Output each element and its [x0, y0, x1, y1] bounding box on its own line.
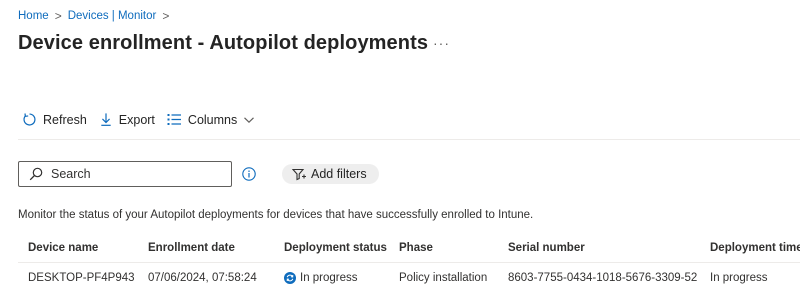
search-icon [29, 167, 43, 181]
column-header-phase[interactable]: Phase [399, 233, 433, 263]
column-header-deployment-status[interactable]: Deployment status [284, 233, 387, 263]
search-input[interactable] [51, 167, 221, 181]
table-row[interactable]: DESKTOP-PF4P943 07/06/2024, 07:58:24 In … [18, 263, 800, 293]
page-description: Monitor the status of your Autopilot dep… [18, 209, 534, 221]
deployments-table: Device name Enrollment date Deployment s… [18, 233, 800, 293]
in-progress-icon [284, 272, 296, 284]
enrollment-date-cell: 07/06/2024, 07:58:24 [148, 272, 257, 284]
breadcrumb-home-link[interactable]: Home [18, 10, 49, 22]
download-icon [101, 113, 111, 126]
device-name-link[interactable]: DESKTOP-PF4P943 [28, 263, 135, 293]
columns-list-icon [167, 114, 181, 125]
column-header-device-name[interactable]: Device name [28, 233, 98, 263]
page-title: Device enrollment - Autopilot deployment… [18, 32, 429, 54]
breadcrumb-separator: > [54, 9, 62, 23]
search-box[interactable] [18, 161, 232, 187]
serial-number-cell: 8603-7755-0434-1018-5676-3309-52 [508, 272, 698, 284]
command-bar: Refresh Export Columns [22, 112, 267, 127]
breadcrumb: Home > Devices | Monitor > [18, 9, 175, 23]
column-header-serial-number[interactable]: Serial number [508, 233, 585, 263]
refresh-icon [23, 113, 36, 126]
deployment-status-text: In progress [300, 272, 358, 284]
refresh-label: Refresh [43, 112, 87, 127]
filter-icon [292, 168, 306, 180]
export-label: Export [118, 112, 155, 127]
chevron-down-icon [244, 116, 255, 123]
breadcrumb-devices-monitor-link[interactable]: Devices | Monitor [68, 10, 157, 22]
more-options-button[interactable]: ··· [433, 35, 450, 51]
export-button[interactable]: Export [99, 112, 155, 127]
columns-label: Columns [187, 112, 238, 127]
add-filters-button[interactable]: Add filters [282, 164, 379, 184]
info-icon[interactable] [242, 167, 256, 181]
phase-cell: Policy installation [399, 272, 488, 284]
toolbar-divider [18, 139, 800, 140]
breadcrumb-separator: > [162, 9, 170, 23]
table-header-row: Device name Enrollment date Deployment s… [18, 233, 800, 263]
deployment-status-cell: In progress [284, 263, 358, 293]
column-header-deployment-time[interactable]: Deployment time [710, 233, 800, 263]
add-filters-label: Add filters [311, 167, 367, 181]
deployment-time-cell: In progress [710, 272, 768, 284]
refresh-button[interactable]: Refresh [22, 112, 87, 127]
columns-button[interactable]: Columns [167, 113, 255, 127]
column-header-enrollment-date[interactable]: Enrollment date [148, 233, 235, 263]
